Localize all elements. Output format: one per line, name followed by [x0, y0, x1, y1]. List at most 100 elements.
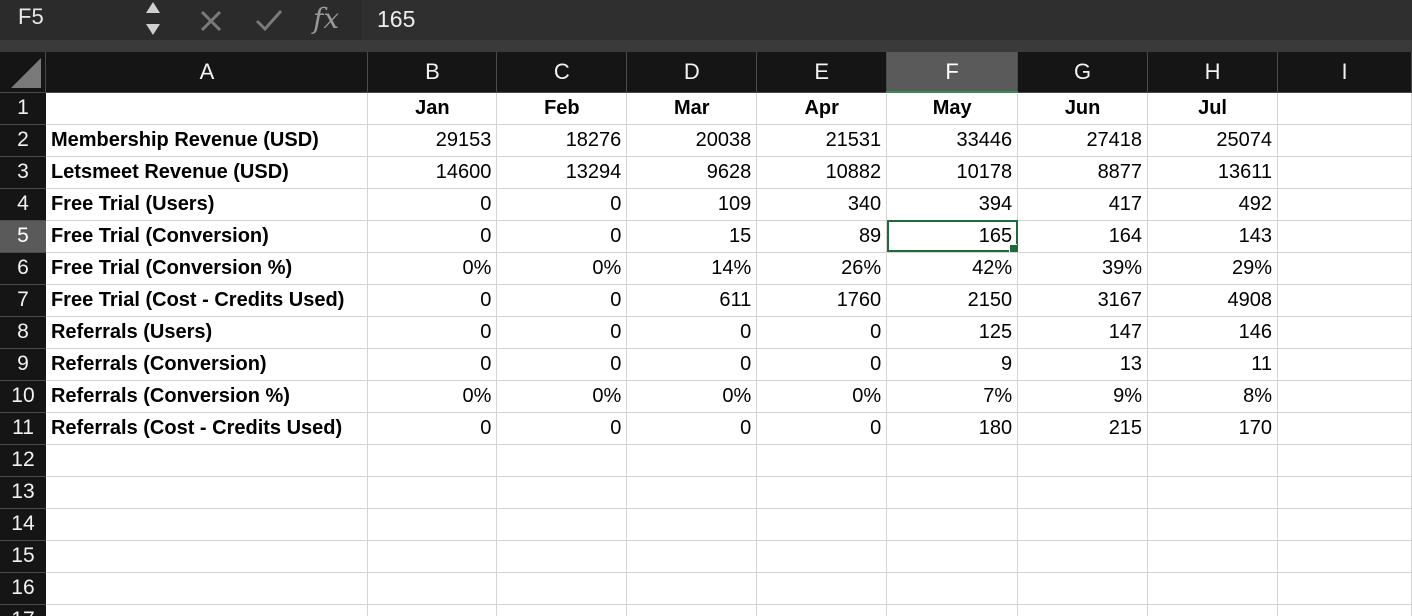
row-header-6[interactable]: 6: [0, 252, 46, 285]
fill-handle[interactable]: [1009, 243, 1017, 251]
cell-c9[interactable]: 0: [496, 348, 628, 381]
row-header-14[interactable]: 14: [0, 508, 46, 541]
cell-b13[interactable]: [367, 476, 498, 509]
cell-b10[interactable]: 0%: [367, 380, 498, 413]
cell-d8[interactable]: 0: [626, 316, 758, 349]
cell-f17[interactable]: [886, 604, 1019, 616]
cell-a16[interactable]: [45, 572, 369, 605]
row-header-4[interactable]: 4: [0, 188, 46, 221]
column-header-i[interactable]: I: [1277, 52, 1412, 93]
cell-b7[interactable]: 0: [367, 284, 498, 317]
cell-c6[interactable]: 0%: [496, 252, 628, 285]
cell-c13[interactable]: [496, 476, 628, 509]
cell-e15[interactable]: [756, 540, 888, 573]
row-header-1[interactable]: 1: [0, 92, 46, 125]
cell-i15[interactable]: [1277, 540, 1412, 573]
fx-icon[interactable]: fx: [313, 2, 353, 38]
cell-e2[interactable]: 21531: [756, 124, 888, 157]
cell-h3[interactable]: 13611: [1147, 156, 1278, 189]
cell-i6[interactable]: [1277, 252, 1412, 285]
cell-h9[interactable]: 11: [1147, 348, 1278, 381]
cell-d4[interactable]: 109: [626, 188, 758, 221]
row-header-8[interactable]: 8: [0, 316, 46, 349]
cell-a9[interactable]: Referrals (Conversion): [45, 348, 369, 381]
cell-f5[interactable]: 165: [886, 220, 1019, 253]
cell-h5[interactable]: 143: [1147, 220, 1278, 253]
row-header-15[interactable]: 15: [0, 540, 46, 573]
cell-b17[interactable]: [367, 604, 498, 616]
cell-d9[interactable]: 0: [626, 348, 758, 381]
row-header-13[interactable]: 13: [0, 476, 46, 509]
cell-i17[interactable]: [1277, 604, 1412, 616]
cell-f7[interactable]: 2150: [886, 284, 1019, 317]
cell-d6[interactable]: 14%: [626, 252, 758, 285]
cell-i16[interactable]: [1277, 572, 1412, 605]
cell-i3[interactable]: [1277, 156, 1412, 189]
cell-e14[interactable]: [756, 508, 888, 541]
cell-c10[interactable]: 0%: [496, 380, 628, 413]
cell-h8[interactable]: 146: [1147, 316, 1278, 349]
cell-h4[interactable]: 492: [1147, 188, 1278, 221]
cell-h7[interactable]: 4908: [1147, 284, 1278, 317]
cell-b3[interactable]: 14600: [367, 156, 498, 189]
cell-a3[interactable]: Letsmeet Revenue (USD): [45, 156, 369, 189]
cell-e16[interactable]: [756, 572, 888, 605]
cell-a7[interactable]: Free Trial (Cost - Credits Used): [45, 284, 369, 317]
cell-e7[interactable]: 1760: [756, 284, 888, 317]
cell-c8[interactable]: 0: [496, 316, 628, 349]
cell-a17[interactable]: [45, 604, 369, 616]
cell-i5[interactable]: [1277, 220, 1412, 253]
cell-e9[interactable]: 0: [756, 348, 888, 381]
cell-f15[interactable]: [886, 540, 1019, 573]
cell-f11[interactable]: 180: [886, 412, 1019, 445]
column-header-e[interactable]: E: [756, 52, 888, 93]
cell-d13[interactable]: [626, 476, 758, 509]
cell-c11[interactable]: 0: [496, 412, 628, 445]
cell-b16[interactable]: [367, 572, 498, 605]
name-box[interactable]: F5: [0, 0, 170, 40]
row-header-12[interactable]: 12: [0, 444, 46, 477]
column-header-f[interactable]: F: [886, 52, 1019, 93]
row-header-5[interactable]: 5: [0, 220, 46, 253]
cell-g12[interactable]: [1017, 444, 1149, 477]
cell-a10[interactable]: Referrals (Conversion %): [45, 380, 369, 413]
column-header-b[interactable]: B: [367, 52, 498, 93]
cell-g17[interactable]: [1017, 604, 1149, 616]
cell-f13[interactable]: [886, 476, 1019, 509]
cell-a4[interactable]: Free Trial (Users): [45, 188, 369, 221]
cell-e13[interactable]: [756, 476, 888, 509]
cell-d7[interactable]: 611: [626, 284, 758, 317]
column-header-h[interactable]: H: [1147, 52, 1278, 93]
cell-f16[interactable]: [886, 572, 1019, 605]
cell-f9[interactable]: 9: [886, 348, 1019, 381]
cell-e12[interactable]: [756, 444, 888, 477]
cell-f4[interactable]: 394: [886, 188, 1019, 221]
cell-a6[interactable]: Free Trial (Conversion %): [45, 252, 369, 285]
cell-i8[interactable]: [1277, 316, 1412, 349]
cell-d5[interactable]: 15: [626, 220, 758, 253]
cell-d11[interactable]: 0: [626, 412, 758, 445]
cell-b14[interactable]: [367, 508, 498, 541]
cell-g1[interactable]: Jun: [1017, 92, 1149, 125]
cell-g2[interactable]: 27418: [1017, 124, 1149, 157]
cell-h15[interactable]: [1147, 540, 1278, 573]
cell-c2[interactable]: 18276: [496, 124, 628, 157]
cell-d1[interactable]: Mar: [626, 92, 758, 125]
cell-g13[interactable]: [1017, 476, 1149, 509]
cell-f2[interactable]: 33446: [886, 124, 1019, 157]
column-header-d[interactable]: D: [626, 52, 758, 93]
cell-h14[interactable]: [1147, 508, 1278, 541]
cell-h11[interactable]: 170: [1147, 412, 1278, 445]
cell-i13[interactable]: [1277, 476, 1412, 509]
cell-d3[interactable]: 9628: [626, 156, 758, 189]
cell-b6[interactable]: 0%: [367, 252, 498, 285]
cell-b15[interactable]: [367, 540, 498, 573]
cell-f6[interactable]: 42%: [886, 252, 1019, 285]
check-icon[interactable]: [252, 2, 286, 38]
cell-e3[interactable]: 10882: [756, 156, 888, 189]
cell-c7[interactable]: 0: [496, 284, 628, 317]
cell-i10[interactable]: [1277, 380, 1412, 413]
cell-f14[interactable]: [886, 508, 1019, 541]
row-header-16[interactable]: 16: [0, 572, 46, 605]
row-header-10[interactable]: 10: [0, 380, 46, 413]
